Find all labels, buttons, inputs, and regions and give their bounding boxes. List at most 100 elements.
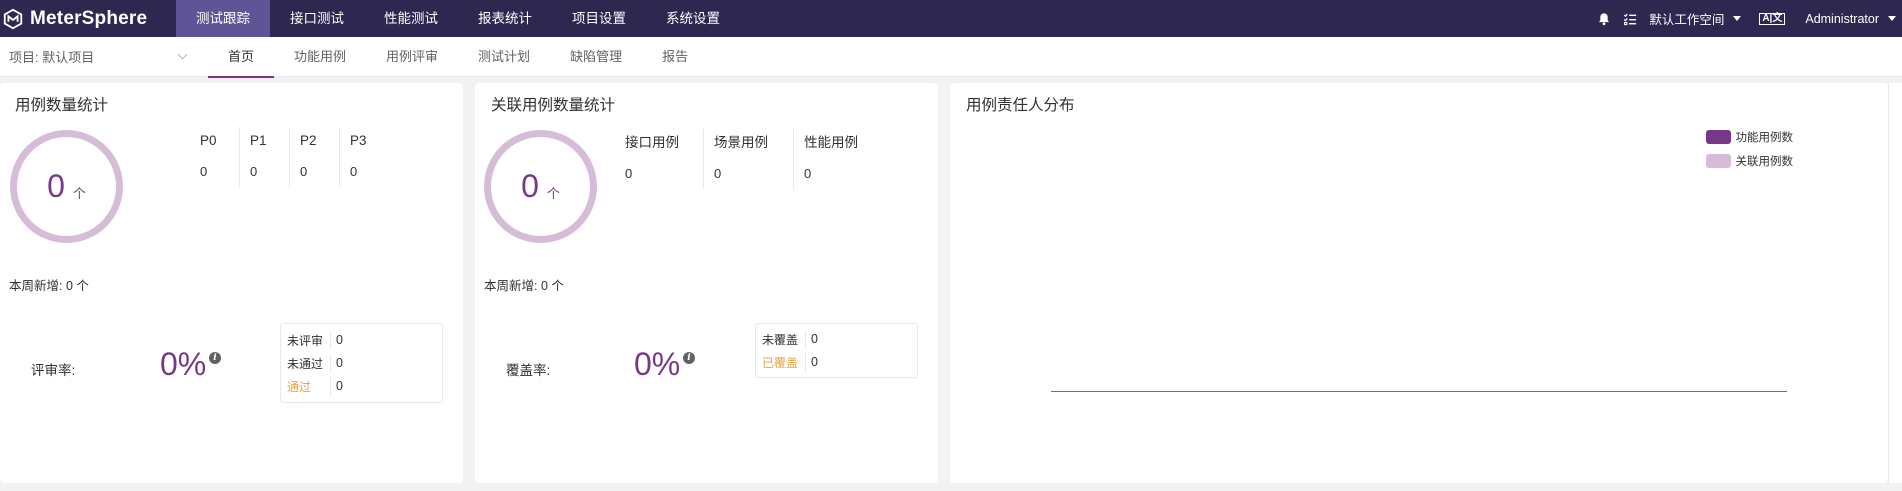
top-menu: 测试跟踪 接口测试 性能测试 报表统计 项目设置 系统设置 (176, 0, 740, 37)
review-rate-label: 评审率: (31, 363, 76, 378)
chevron-down-icon (177, 49, 188, 60)
detail-label: 通过 (287, 380, 312, 394)
case-total-unit: 个 (72, 186, 86, 201)
topnav-performance-test[interactable]: 性能测试 (364, 0, 458, 37)
case-total: 0 (47, 168, 65, 204)
review-rate-value: 0% (160, 346, 207, 382)
tab-case-review[interactable]: 用例评审 (366, 37, 458, 77)
related-total-ring: 0 个 (484, 130, 597, 243)
related-case-count-card: 关联用例数量统计 0 个 接口用例 0 场景用例 0 性能用例 0 本周新增: … (475, 83, 938, 483)
legend-swatch (1705, 130, 1731, 144)
topnav-project-settings[interactable]: 项目设置 (552, 0, 646, 37)
stat-header: P1 (250, 133, 267, 148)
detail-value: 0 (330, 331, 343, 350)
info-icon[interactable]: i (683, 352, 695, 364)
detail-row: 已覆盖 0 (756, 351, 917, 374)
card-title: 用例数量统计 (15, 97, 109, 114)
related-total: 0 (521, 168, 539, 204)
sub-menu: 首页 功能用例 用例评审 测试计划 缺陷管理 报告 (208, 37, 708, 78)
detail-row: 未评审 0 (281, 329, 442, 352)
weekly-new: 本周新增: 0 个 (484, 275, 564, 294)
detail-value: 0 (805, 330, 818, 349)
legend-swatch (1705, 154, 1731, 168)
detail-value: 0 (330, 377, 343, 396)
tab-functional-cases[interactable]: 功能用例 (274, 37, 366, 77)
language-switch-icon[interactable]: A|文 (1759, 12, 1786, 25)
workspace-name: 默认工作空间 (1649, 13, 1725, 27)
project-selector[interactable]: 项目: 默认项目 (0, 37, 200, 77)
detail-value: 0 (330, 354, 343, 373)
detail-label: 未覆盖 (762, 333, 799, 347)
detail-label: 已覆盖 (762, 356, 799, 370)
stat-value: 0 (200, 164, 208, 179)
stat-header: 性能用例 (804, 135, 858, 150)
detail-label: 未评审 (287, 334, 324, 348)
task-list-icon[interactable] (1623, 12, 1637, 26)
right-panel-edge (1888, 83, 1902, 483)
stat-header: 接口用例 (625, 135, 679, 150)
topnav-test-track[interactable]: 测试跟踪 (176, 0, 270, 37)
topnav-system-settings[interactable]: 系统设置 (646, 0, 740, 37)
topnav-report-stats[interactable]: 报表统计 (458, 0, 552, 37)
brand[interactable]: MeterSphere (0, 0, 176, 37)
legend-item-functional[interactable]: 功能用例数 (1705, 125, 1794, 149)
project-label: 项目: 默认项目 (9, 50, 95, 65)
metersphere-logo-icon (3, 8, 23, 29)
stat-value: 0 (300, 164, 308, 179)
legend-label: 功能用例数 (1735, 132, 1794, 144)
stat-column: 性能用例 0 (794, 129, 884, 189)
stat-value: 0 (350, 164, 358, 179)
user-menu[interactable]: Administrator (1805, 12, 1896, 26)
stat-header: P0 (200, 133, 217, 148)
review-detail-table: 未评审 0 未通过 0 通过 0 (280, 323, 443, 403)
caret-down-icon (1888, 16, 1896, 21)
stat-column: 接口用例 0 (615, 129, 704, 189)
topnav-api-test[interactable]: 接口测试 (270, 0, 364, 37)
owner-distribution-card: 用例责任人分布 功能用例数 关联用例数 (950, 83, 1888, 483)
stat-header: 场景用例 (714, 135, 768, 150)
detail-row: 通过 0 (281, 375, 442, 398)
stat-column: P3 0 (340, 127, 390, 187)
stat-column: 场景用例 0 (704, 129, 794, 189)
detail-row: 未通过 0 (281, 352, 442, 375)
chart-x-axis (1051, 391, 1787, 392)
weekly-new-value: 0 个 (540, 279, 564, 293)
stat-column: P2 0 (290, 127, 340, 187)
card-title: 关联用例数量统计 (491, 97, 616, 114)
tab-home[interactable]: 首页 (208, 37, 275, 78)
tab-defect-management[interactable]: 缺陷管理 (550, 37, 642, 77)
stat-header: P2 (300, 133, 317, 148)
caret-down-icon (1733, 16, 1742, 21)
chart-legend: 功能用例数 关联用例数 (1705, 125, 1794, 173)
weekly-new-value: 0 个 (65, 279, 89, 293)
coverage-detail-table: 未覆盖 0 已覆盖 0 (755, 323, 918, 378)
info-icon[interactable]: i (209, 352, 221, 364)
priority-stats: P0 0 P1 0 P2 0 P3 0 (190, 127, 390, 187)
stat-value: 0 (250, 164, 258, 179)
weekly-new-label: 本周新增: (484, 279, 538, 293)
tab-report[interactable]: 报告 (642, 37, 708, 77)
top-right-tools: 默认工作空间 A|文 Administrator (1597, 0, 1902, 37)
detail-value: 0 (805, 353, 818, 372)
coverage-rate-label: 覆盖率: (506, 363, 551, 378)
stat-value: 0 (804, 166, 812, 181)
legend-label: 关联用例数 (1735, 156, 1794, 168)
top-navbar: MeterSphere 测试跟踪 接口测试 性能测试 报表统计 项目设置 系统设… (0, 0, 1902, 37)
weekly-new: 本周新增: 0 个 (9, 275, 89, 294)
case-count-card: 用例数量统计 0 个 P0 0 P1 0 P2 0 P3 0 本周新增: 0 个… (0, 83, 463, 483)
card-title: 用例责任人分布 (966, 97, 1075, 114)
bell-icon[interactable] (1597, 12, 1611, 26)
detail-row: 未覆盖 0 (756, 328, 917, 351)
weekly-new-label: 本周新增: (9, 279, 63, 293)
stat-header: P3 (350, 133, 367, 148)
workspace-selector[interactable]: 默认工作空间 (1649, 9, 1742, 28)
coverage-rate-value: 0% (634, 346, 681, 382)
related-total-unit: 个 (546, 186, 560, 201)
stat-column: P0 0 (190, 127, 240, 187)
stat-value: 0 (714, 166, 722, 181)
sub-navbar: 项目: 默认项目 首页 功能用例 用例评审 测试计划 缺陷管理 报告 (0, 37, 1902, 78)
legend-item-related[interactable]: 关联用例数 (1705, 149, 1794, 173)
user-name: Administrator (1805, 11, 1879, 26)
tab-test-plan[interactable]: 测试计划 (458, 37, 550, 77)
stat-column: P1 0 (240, 127, 290, 187)
